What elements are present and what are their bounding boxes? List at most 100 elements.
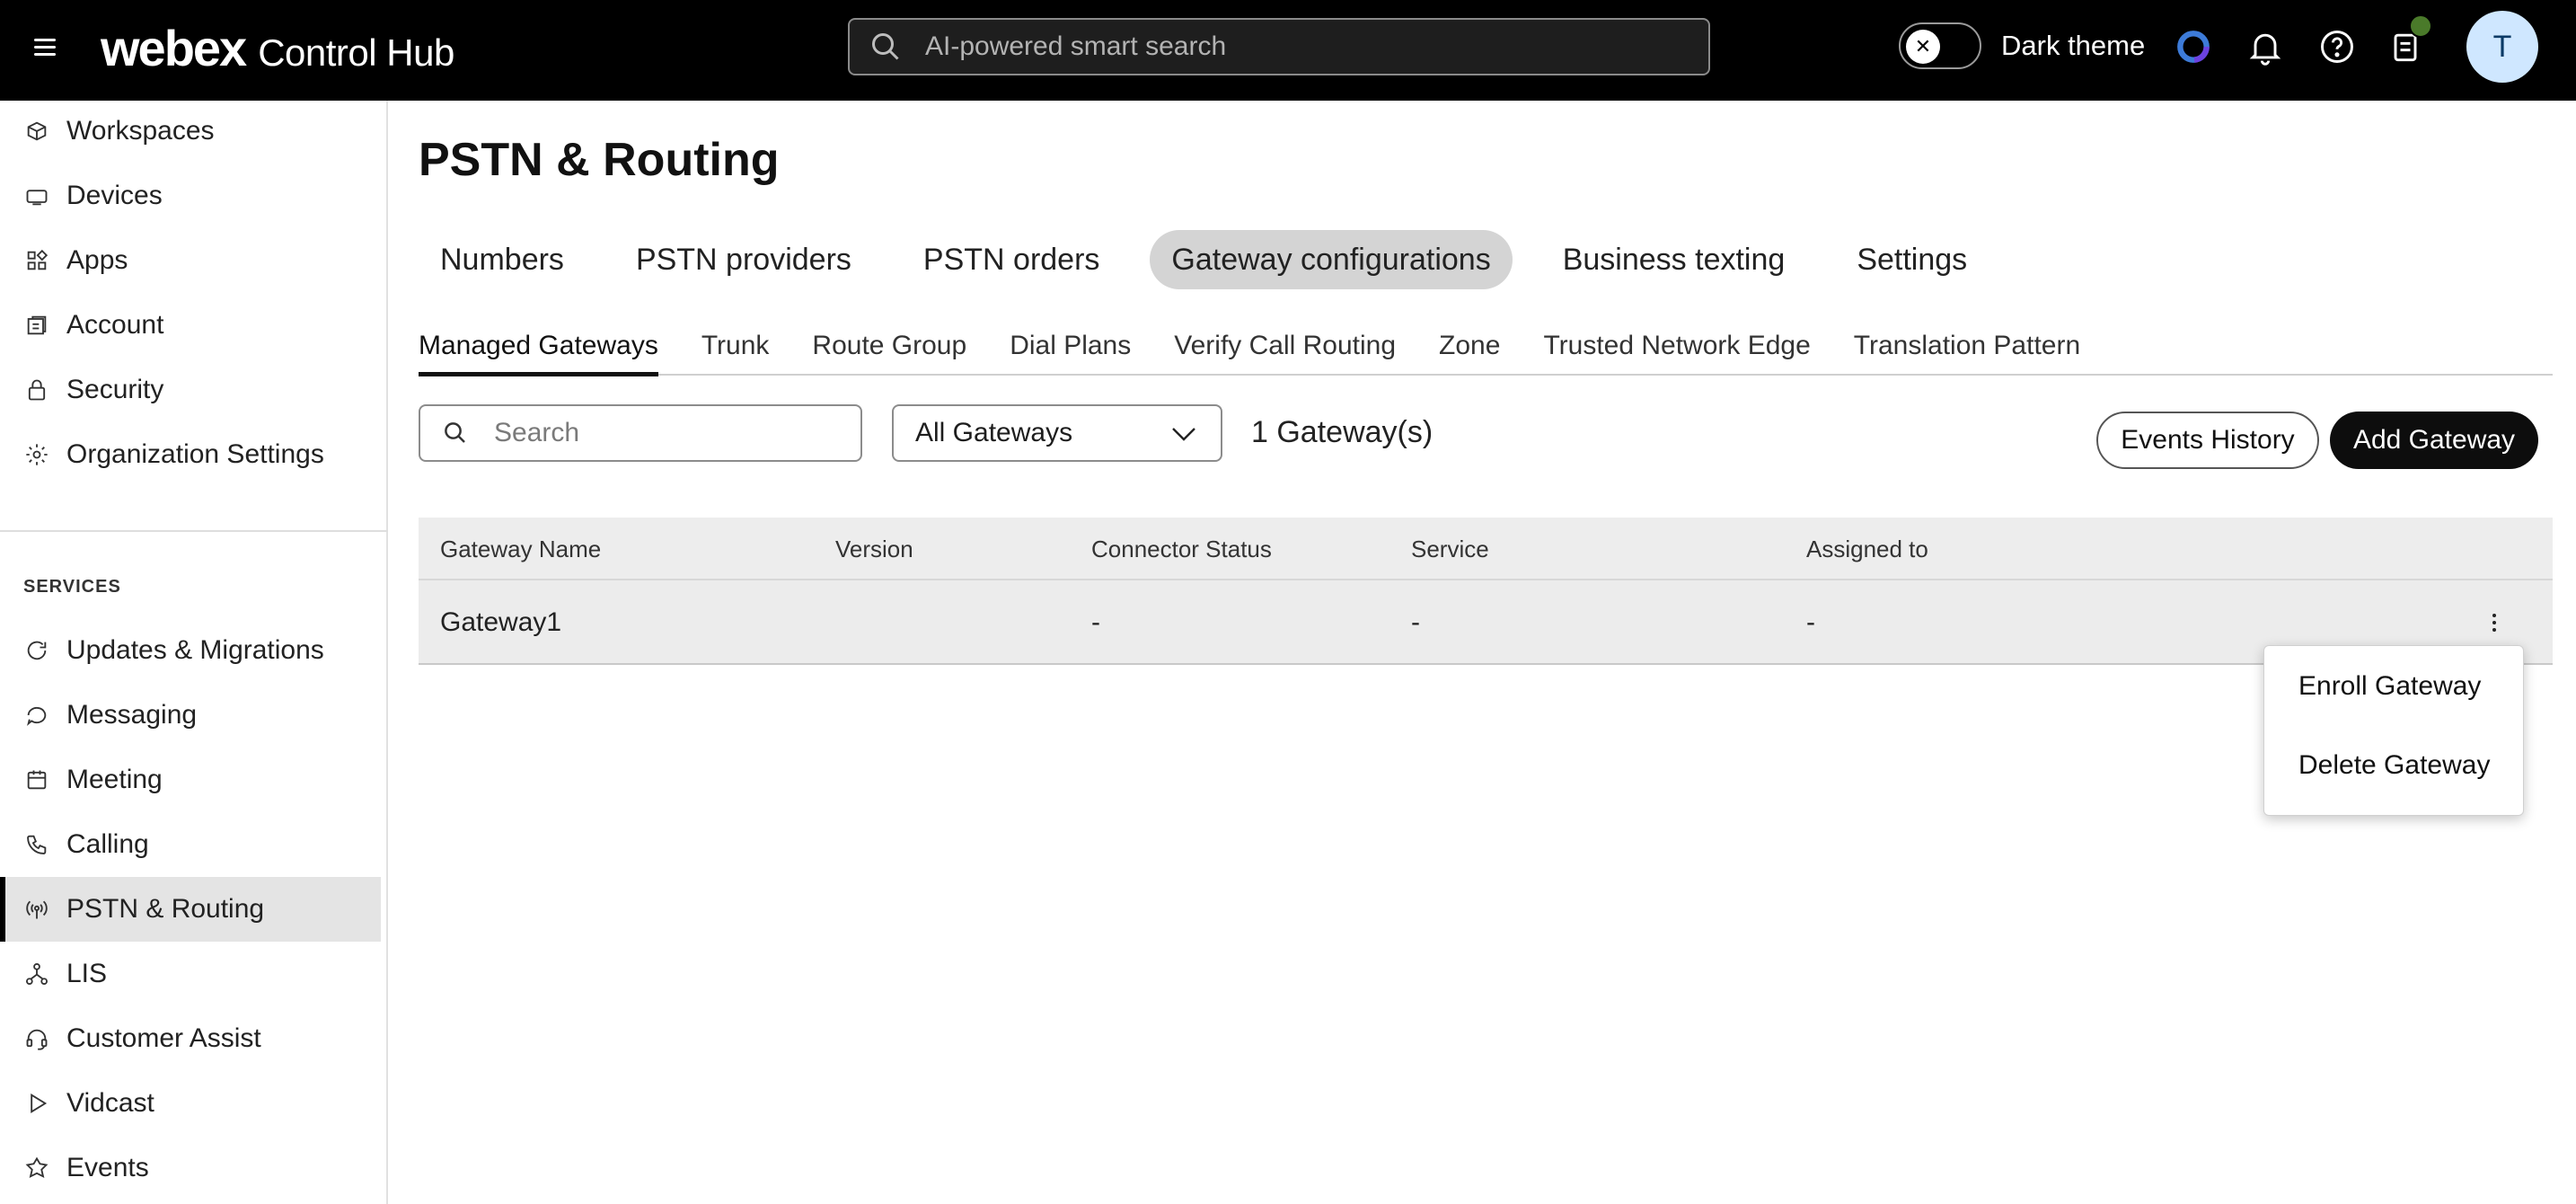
tab-numbers[interactable]: Numbers — [419, 230, 586, 289]
sidebar-item-account[interactable]: Account — [0, 293, 381, 358]
column-header-connector-status[interactable]: Connector Status — [1091, 518, 1272, 580]
chat-icon — [23, 702, 50, 729]
sidebar-item-label: Updates & Migrations — [66, 635, 324, 665]
sidebar-item-label: LIS — [66, 959, 108, 988]
sidebar: Workspaces Devices Apps Account Security… — [0, 101, 388, 1204]
refresh-icon — [23, 637, 50, 664]
toggle-close-icon: ✕ — [1906, 30, 1940, 64]
cell-connector-status: - — [1091, 607, 1100, 637]
sidebar-item-label: Apps — [66, 245, 128, 275]
avatar[interactable]: T — [2466, 11, 2538, 83]
gear-icon — [23, 441, 50, 468]
antenna-icon — [23, 896, 50, 923]
dark-theme-toggle[interactable]: ✕ — [1899, 22, 1981, 69]
sidebar-item-customer-assist[interactable]: Customer Assist — [0, 1006, 381, 1071]
services-section-label: SERVICES — [23, 577, 121, 597]
play-icon — [23, 1090, 50, 1117]
sidebar-item-label: Customer Assist — [66, 1023, 261, 1053]
sidebar-item-calling[interactable]: Calling — [0, 812, 381, 877]
sidebar-item-updates-migrations[interactable]: Updates & Migrations — [0, 618, 381, 683]
gateways-table: Gateway Name Version Connector Status Se… — [419, 518, 2553, 665]
column-header-gateway-name[interactable]: Gateway Name — [440, 518, 601, 580]
secondary-tabs: Managed Gateways Trunk Route Group Dial … — [419, 325, 2553, 376]
lock-icon — [23, 376, 50, 403]
events-icon — [23, 1155, 50, 1182]
sidebar-item-lis[interactable]: LIS — [0, 942, 381, 1006]
headset-icon — [23, 1025, 50, 1052]
enroll-gateway-menu-item[interactable]: Enroll Gateway — [2264, 660, 2523, 739]
status-check-badge — [2409, 14, 2432, 38]
subtab-route-group[interactable]: Route Group — [812, 325, 966, 374]
subtab-trusted-network-edge[interactable]: Trusted Network Edge — [1543, 325, 1810, 374]
cell-gateway-name: Gateway1 — [440, 607, 562, 637]
sidebar-item-label: Account — [66, 310, 164, 340]
tab-pstn-providers[interactable]: PSTN providers — [614, 230, 873, 289]
network-icon — [23, 961, 50, 987]
sidebar-item-pstn-routing[interactable]: PSTN & Routing — [0, 877, 381, 942]
sidebar-item-workspaces[interactable]: Workspaces — [0, 99, 381, 164]
workspace-icon — [23, 118, 50, 145]
column-header-service[interactable]: Service — [1411, 518, 1489, 580]
sidebar-item-security[interactable]: Security — [0, 358, 381, 422]
delete-gateway-menu-item[interactable]: Delete Gateway — [2264, 739, 2523, 819]
subtab-dial-plans[interactable]: Dial Plans — [1010, 325, 1131, 374]
sidebar-item-label: Vidcast — [66, 1088, 154, 1118]
bell-icon[interactable] — [2245, 27, 2285, 66]
sidebar-item-meeting[interactable]: Meeting — [0, 748, 381, 812]
tab-business-texting[interactable]: Business texting — [1541, 230, 1807, 289]
tab-settings[interactable]: Settings — [1835, 230, 1989, 289]
global-search[interactable] — [848, 18, 1710, 75]
sidebar-item-label: Meeting — [66, 765, 163, 794]
gateway-search[interactable] — [419, 404, 862, 462]
sidebar-item-vidcast[interactable]: Vidcast — [0, 1071, 381, 1136]
events-history-button[interactable]: Events History — [2096, 412, 2319, 469]
page-title: PSTN & Routing — [419, 134, 780, 186]
product-name: Control Hub — [258, 31, 454, 74]
sidebar-item-organization-settings[interactable]: Organization Settings — [0, 422, 381, 487]
sidebar-item-label: PSTN & Routing — [66, 894, 265, 924]
phone-icon — [23, 831, 50, 858]
more-options-icon[interactable] — [2481, 607, 2508, 638]
column-header-version[interactable]: Version — [835, 518, 913, 580]
primary-tabs: Numbers PSTN providers PSTN orders Gatew… — [419, 230, 2017, 289]
apps-icon — [23, 247, 50, 274]
sidebar-item-apps[interactable]: Apps — [0, 228, 381, 293]
top-bar: webex Control Hub ✕ Dark theme T — [0, 0, 2576, 101]
webex-logo: webex — [101, 20, 247, 76]
subtab-zone[interactable]: Zone — [1439, 325, 1500, 374]
table-header: Gateway Name Version Connector Status Se… — [419, 518, 2553, 580]
gateway-count: 1 Gateway(s) — [1251, 415, 1434, 449]
calendar-icon — [23, 766, 50, 793]
filter-selected-value: All Gateways — [915, 418, 1073, 447]
subtab-trunk[interactable]: Trunk — [701, 325, 770, 374]
add-gateway-button[interactable]: Add Gateway — [2330, 412, 2538, 469]
sidebar-item-label: Events — [66, 1153, 149, 1182]
device-icon — [23, 182, 50, 209]
search-input[interactable] — [494, 418, 835, 448]
search-icon — [445, 422, 465, 443]
tab-pstn-orders[interactable]: PSTN orders — [902, 230, 1122, 289]
sidebar-item-label: Devices — [66, 181, 163, 210]
subtab-managed-gateways[interactable]: Managed Gateways — [419, 325, 658, 376]
menu-icon[interactable] — [34, 34, 61, 61]
webex-ai-icon[interactable] — [2174, 27, 2213, 66]
table-row[interactable]: Gateway1 - - - — [419, 580, 2553, 665]
row-actions-menu: Enroll Gateway Delete Gateway — [2263, 645, 2524, 816]
subtab-verify-call-routing[interactable]: Verify Call Routing — [1174, 325, 1396, 374]
sidebar-divider — [0, 530, 388, 532]
gateway-filter-select[interactable]: All Gateways — [892, 404, 1222, 462]
column-header-assigned-to[interactable]: Assigned to — [1806, 518, 1928, 580]
sidebar-item-devices[interactable]: Devices — [0, 164, 381, 228]
subtab-translation-pattern[interactable]: Translation Pattern — [1854, 325, 2080, 374]
sidebar-item-messaging[interactable]: Messaging — [0, 683, 381, 748]
tab-gateway-configurations[interactable]: Gateway configurations — [1150, 230, 1513, 289]
account-icon — [23, 312, 50, 339]
search-icon — [872, 33, 899, 60]
sidebar-item-events[interactable]: Events — [0, 1136, 381, 1200]
app-brand[interactable]: webex Control Hub — [101, 13, 454, 84]
help-icon[interactable] — [2317, 27, 2357, 66]
sidebar-item-label: Calling — [66, 829, 149, 859]
global-search-input[interactable] — [925, 31, 1662, 62]
sidebar-item-label: Security — [66, 375, 164, 404]
cell-service: - — [1411, 607, 1420, 637]
